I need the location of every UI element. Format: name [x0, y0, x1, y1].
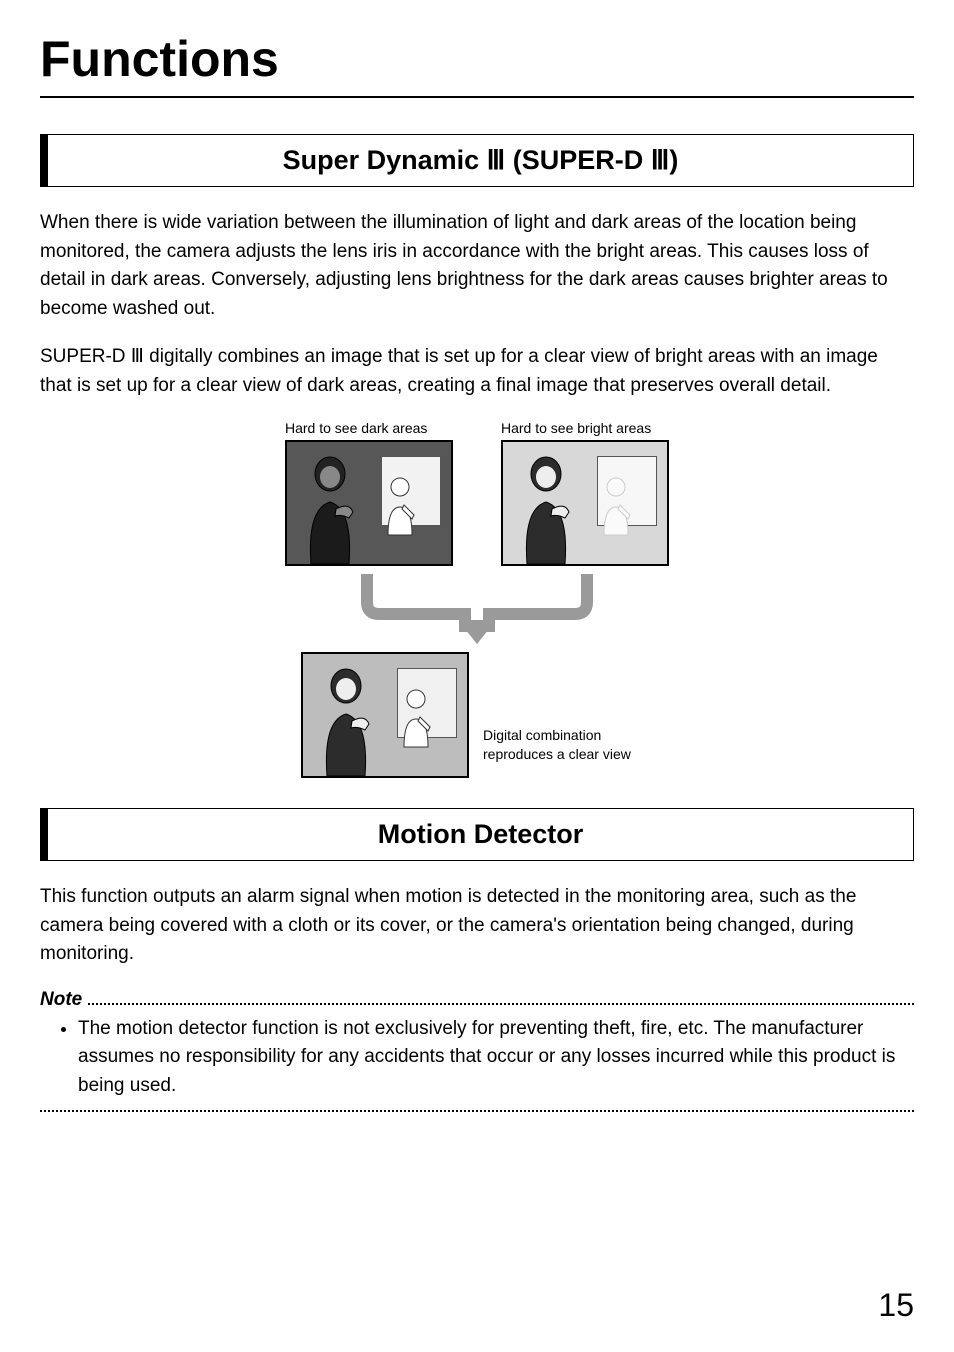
person-bg-icon [596, 475, 636, 537]
section2-paragraph1: This function outputs an alarm signal wh… [40, 883, 914, 969]
note-list: The motion detector function is not excl… [40, 1015, 914, 1101]
merge-arrow-icon [277, 574, 677, 646]
note-end-dots [40, 1110, 914, 1112]
note-label: Note [40, 989, 82, 1011]
scene-dark-areas [285, 440, 453, 566]
page-title: Functions [40, 30, 914, 88]
diagram-source-row: Hard to see dark areas Hard t [285, 420, 669, 566]
note-leader-row: Note [40, 989, 914, 1011]
diagram-result-row: Digital combination reproduces a clear v… [301, 652, 653, 778]
section-title-text: Motion Detector [62, 819, 899, 850]
person-fg-icon [517, 454, 575, 564]
section1-paragraph2: SUPER-D Ⅲ digitally combines an image th… [40, 343, 914, 400]
note-item: The motion detector function is not excl… [78, 1015, 914, 1101]
scene-bright-areas [501, 440, 669, 566]
section-heading-motion-detector: Motion Detector [40, 808, 914, 861]
scene-combined-window [397, 668, 457, 738]
section-heading-super-dynamic: Super Dynamic Ⅲ (SUPER-D Ⅲ) [40, 134, 914, 187]
diagram-result-caption: Digital combination reproduces a clear v… [483, 726, 653, 764]
note-dots [88, 992, 914, 1005]
section-title-text: Super Dynamic Ⅲ (SUPER-D Ⅲ) [62, 145, 899, 176]
page-number: 15 [878, 1287, 914, 1324]
person-fg-icon [317, 666, 375, 776]
diagram-left-col: Hard to see dark areas [285, 420, 453, 566]
diagram-right-col: Hard to see bright areas [501, 420, 669, 566]
scene-combined [301, 652, 469, 778]
person-fg-icon [301, 454, 359, 564]
scene-dark-window [381, 456, 441, 526]
section1-paragraph1: When there is wide variation between the… [40, 209, 914, 323]
person-bg-icon [396, 687, 436, 749]
diagram-caption-left: Hard to see dark areas [285, 420, 427, 436]
title-rule [40, 96, 914, 98]
person-bg-icon [380, 475, 420, 537]
scene-bright-window [597, 456, 657, 526]
super-d-diagram: Hard to see dark areas Hard t [40, 420, 914, 778]
diagram-caption-right: Hard to see bright areas [501, 420, 651, 436]
